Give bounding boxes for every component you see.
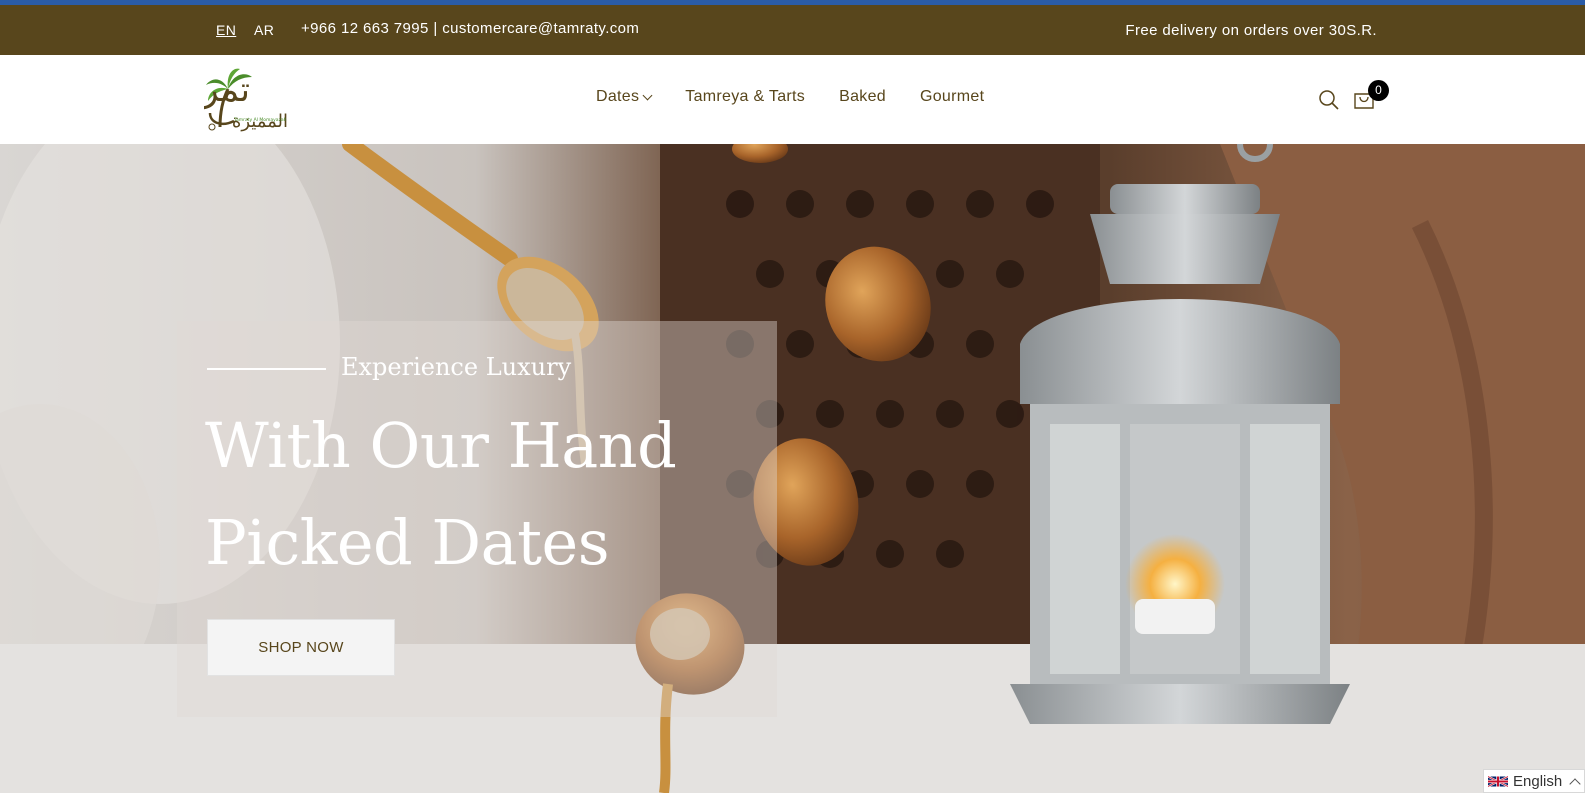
language-selector[interactable]: English — [1483, 769, 1585, 793]
eyebrow-divider — [207, 368, 326, 370]
svg-text:تمرتي: تمرتي — [204, 70, 250, 110]
search-icon[interactable] — [1318, 89, 1340, 111]
top-bar: EN AR +966 12 663 7995 | customercare@ta… — [0, 5, 1585, 55]
hero-headline-line1: With Our Hand — [205, 409, 677, 482]
hero-text-panel: Experience Luxury With Our Hand Picked D… — [177, 321, 777, 717]
cart-count-badge: 0 — [1368, 80, 1389, 101]
chevron-up-icon — [1569, 777, 1581, 790]
nav-item-tamreya-tarts[interactable]: Tamreya & Tarts — [685, 88, 805, 106]
nav-item-dates[interactable]: Dates — [596, 88, 653, 106]
site-logo[interactable]: تمرتي المميزة Tamraty Al Momayazah — [164, 65, 360, 133]
main-header: تمرتي المميزة Tamraty Al Momayazah Dates… — [0, 55, 1585, 144]
nav-item-baked[interactable]: Baked — [839, 88, 886, 106]
nav-item-label: Tamreya & Tarts — [685, 88, 806, 105]
language-label: English — [1513, 772, 1563, 790]
hero-eyebrow: Experience Luxury — [341, 353, 572, 381]
delivery-notice: Free delivery on orders over 30S.R. — [1125, 22, 1377, 39]
uk-flag-icon — [1488, 775, 1508, 787]
chevron-down-icon — [642, 90, 653, 100]
nav-item-label: Gourmet — [919, 88, 985, 105]
contact-info: +966 12 663 7995 | customercare@tamraty.… — [301, 20, 640, 37]
hero-headline: With Our Hand Picked Dates — [205, 397, 765, 591]
nav-item-label: Baked — [839, 88, 886, 105]
language-ar-link[interactable]: AR — [254, 22, 274, 38]
shop-now-button[interactable]: SHOP NOW — [207, 619, 395, 676]
nav-item-label: Dates — [596, 88, 640, 105]
svg-text:Tamraty Al Momayazah: Tamraty Al Momayazah — [233, 117, 287, 123]
language-en-link[interactable]: EN — [216, 22, 236, 38]
main-nav: Dates Tamreya & Tarts Baked Gourmet — [596, 88, 984, 106]
nav-item-gourmet[interactable]: Gourmet — [920, 88, 984, 106]
hero-headline-line2: Picked Dates — [205, 506, 610, 579]
logo-mark: تمرتي المميزة Tamraty Al Momayazah — [164, 68, 288, 132]
hero-banner: Experience Luxury With Our Hand Picked D… — [0, 144, 1585, 793]
